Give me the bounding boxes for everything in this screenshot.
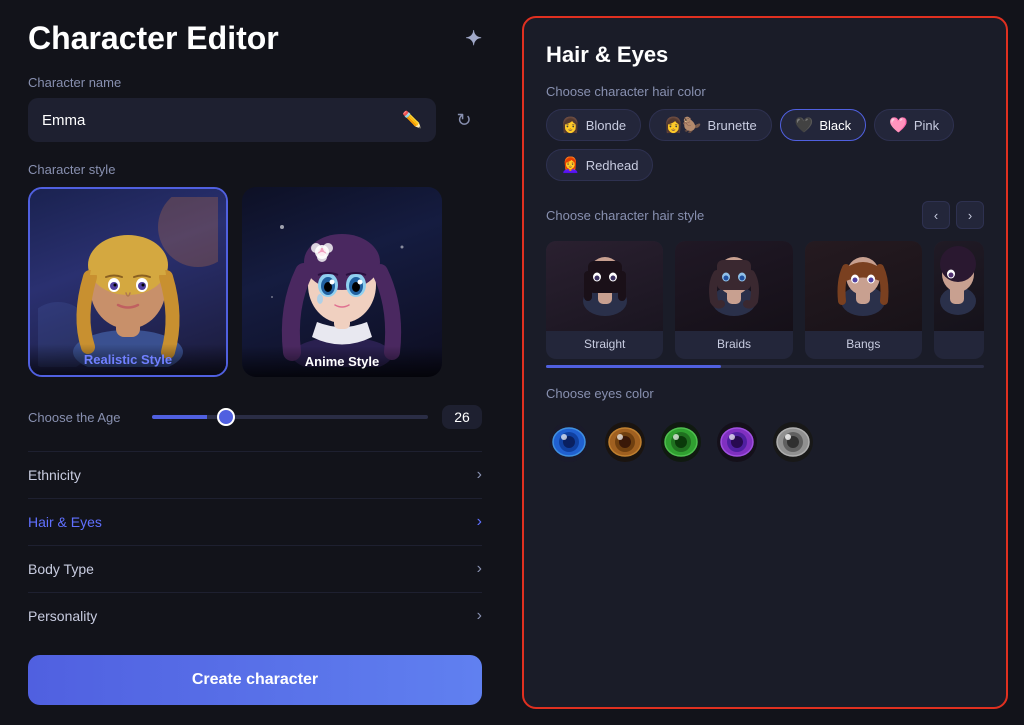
character-name-input[interactable] <box>42 112 402 129</box>
refresh-name-button[interactable]: ↻ <box>446 102 482 138</box>
braids-style-name: Braids <box>675 331 792 359</box>
eyes-color-label: Choose eyes color <box>546 386 984 401</box>
hair-style-prev-button[interactable]: ‹ <box>922 201 950 229</box>
hair-chip-redhead[interactable]: 👩‍🦰 Redhead <box>546 149 653 181</box>
grey-eye-svg <box>772 421 814 463</box>
hair-style-card-extra[interactable] <box>934 241 984 359</box>
anime-style-label: Anime Style <box>242 346 442 377</box>
hair-style-label: Choose character hair style <box>546 208 704 223</box>
straight-style-name: Straight <box>546 331 663 359</box>
hair-eyes-title: Hair & Eyes <box>546 42 984 68</box>
blue-eye-svg <box>548 421 590 463</box>
hair-style-grid: Straight <box>546 241 984 359</box>
character-name-label: Character name <box>28 75 482 90</box>
anime-character-image <box>252 197 432 367</box>
hair-style-scroll-indicator <box>546 365 984 368</box>
nav-item-ethnicity[interactable]: Ethnicity › <box>28 451 482 498</box>
name-input-row: ✏️ ↻ <box>28 98 482 142</box>
green-eye-svg <box>660 421 702 463</box>
hair-style-card-bangs[interactable]: Bangs <box>805 241 922 359</box>
extra-hair-image <box>936 246 981 326</box>
eye-chip-purple[interactable] <box>714 419 760 465</box>
nav-arrows: ‹ › <box>922 201 984 229</box>
redhead-emoji: 👩‍🦰 <box>561 156 580 174</box>
pink-label: Pink <box>914 118 939 133</box>
black-emoji: 🖤 <box>795 116 814 134</box>
age-value: 26 <box>442 405 482 429</box>
hair-style-card-straight[interactable]: Straight <box>546 241 663 359</box>
character-style-grid: Realistic Style <box>28 187 482 377</box>
style-card-anime[interactable]: Anime Style <box>242 187 442 377</box>
straight-hair-image <box>570 246 640 326</box>
nav-item-hair-eyes[interactable]: Hair & Eyes › <box>28 498 482 545</box>
app-title: Character Editor <box>28 20 279 57</box>
hair-eyes-card: Hair & Eyes Choose character hair color … <box>522 16 1008 709</box>
hair-chip-brunette[interactable]: 👩‍🦫 Brunette <box>649 109 772 141</box>
realistic-style-label: Realistic Style <box>30 344 226 375</box>
character-style-label: Character style <box>28 162 482 177</box>
chevron-right-icon-active: › <box>477 513 482 531</box>
hair-chip-black[interactable]: 🖤 Black <box>780 109 866 141</box>
edit-name-button[interactable]: ✏️ <box>402 110 422 130</box>
hair-color-chips: 👩 Blonde 👩‍🦫 Brunette 🖤 Black 🩷 Pink 👩‍🦰… <box>546 109 984 181</box>
hair-color-label: Choose character hair color <box>546 84 984 99</box>
right-panel: Hair & Eyes Choose character hair color … <box>510 0 1024 725</box>
brunette-emoji: 👩‍🦫 <box>664 116 701 134</box>
blonde-label: Blonde <box>586 118 626 133</box>
age-slider[interactable] <box>152 415 428 419</box>
nav-item-body-type-label: Body Type <box>28 561 94 577</box>
realistic-character-image <box>38 197 218 367</box>
eye-chip-grey[interactable] <box>770 419 816 465</box>
blonde-emoji: 👩 <box>561 116 580 134</box>
age-row: Choose the Age 26 <box>28 395 482 439</box>
style-card-realistic[interactable]: Realistic Style <box>28 187 228 377</box>
scroll-indicator-fill <box>546 365 721 368</box>
eye-chip-green[interactable] <box>658 419 704 465</box>
bangs-style-name: Bangs <box>805 331 922 359</box>
chevron-right-icon: › <box>477 466 482 484</box>
nav-items: Ethnicity › Hair & Eyes › Body Type › Pe… <box>28 451 482 639</box>
nav-item-personality[interactable]: Personality › <box>28 592 482 639</box>
brown-eye-svg <box>604 421 646 463</box>
nav-item-personality-label: Personality <box>28 608 97 624</box>
nav-item-body-type[interactable]: Body Type › <box>28 545 482 592</box>
left-panel: Character Editor ✦ Character name ✏️ ↻ C… <box>0 0 510 725</box>
chevron-right-icon-body: › <box>477 560 482 578</box>
braids-hair-image <box>699 246 769 326</box>
nav-item-ethnicity-label: Ethnicity <box>28 467 81 483</box>
black-label: Black <box>819 118 851 133</box>
hair-chip-blonde[interactable]: 👩 Blonde <box>546 109 641 141</box>
eye-chip-blue[interactable] <box>546 419 592 465</box>
pink-emoji: 🩷 <box>889 116 908 134</box>
character-style-section: Character style <box>28 162 482 377</box>
hair-chip-pink[interactable]: 🩷 Pink <box>874 109 954 141</box>
redhead-label: Redhead <box>586 158 639 173</box>
eye-chip-brown[interactable] <box>602 419 648 465</box>
chevron-right-icon-personality: › <box>477 607 482 625</box>
age-label: Choose the Age <box>28 410 138 425</box>
purple-eye-svg <box>716 421 758 463</box>
brunette-label: Brunette <box>708 118 757 133</box>
name-input-wrapper: ✏️ <box>28 98 436 142</box>
bangs-hair-image <box>828 246 898 326</box>
hair-style-next-button[interactable]: › <box>956 201 984 229</box>
app-title-row: Character Editor ✦ <box>28 20 482 57</box>
eyes-color-chips <box>546 419 984 465</box>
nav-item-hair-eyes-label: Hair & Eyes <box>28 514 102 530</box>
hair-style-header: Choose character hair style ‹ › <box>546 201 984 229</box>
create-character-button[interactable]: Create character <box>28 655 482 705</box>
sparkle-icon: ✦ <box>465 26 482 51</box>
hair-style-card-braids[interactable]: Braids <box>675 241 792 359</box>
left-panel-bottom: Create character <box>28 655 482 705</box>
